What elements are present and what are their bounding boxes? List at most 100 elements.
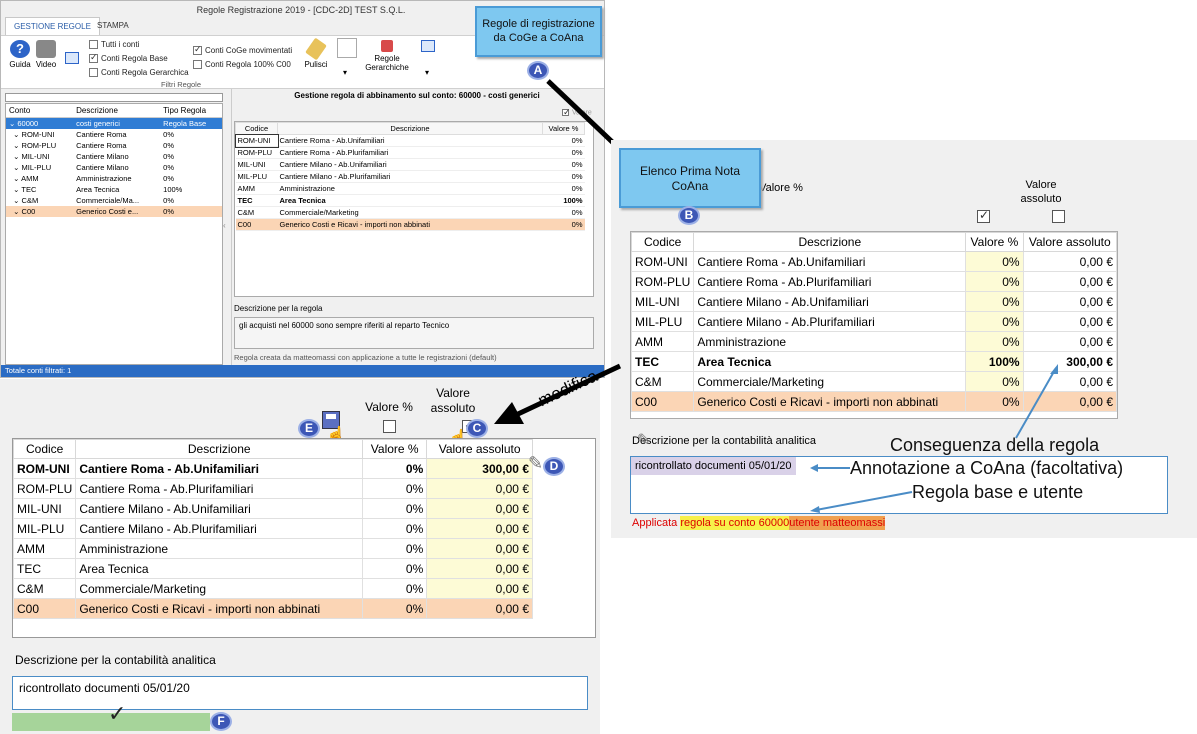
col-tipo-regola[interactable]: Tipo Regola	[160, 104, 222, 118]
regole-gerarchiche-button[interactable]: Regole Gerarchiche	[359, 40, 415, 72]
layout-icon[interactable]	[65, 52, 79, 64]
tree-row[interactable]: ⌄ ROM-PLU Cantiere Roma 0%	[6, 140, 222, 151]
regole-gerarchiche-label: Regole Gerarchiche	[365, 54, 409, 72]
filter-conti-regola-base[interactable]: Conti Regola Base	[89, 52, 168, 64]
table-row[interactable]: TEC Area Tecnica 0% 0,00 €	[12, 558, 533, 579]
filter-conti-regola-100[interactable]: Conti Regola 100% C00	[193, 60, 291, 70]
col-codice[interactable]: Codice	[12, 439, 77, 459]
col-descrizione[interactable]: Descrizione	[73, 104, 161, 118]
col-descrizione[interactable]: Descrizione	[693, 232, 967, 252]
badge-c: C	[466, 419, 488, 438]
table-row[interactable]: ROM-UNI Cantiere Roma - Ab.Unifamiliari 0%	[234, 133, 585, 148]
filter-tutti-conti[interactable]: Tutti i conti	[89, 40, 139, 50]
table-row[interactable]: MIL-PLU Cantiere Milano - Ab.Plurifamilia…	[630, 311, 1118, 332]
col-conto[interactable]: Conto	[6, 104, 74, 118]
hierarchy-icon	[381, 40, 393, 52]
table-row[interactable]: ROM-PLU Cantiere Roma - Ab.Plurifamiliari…	[12, 478, 533, 499]
splitter-arrow-icon[interactable]: ‹	[223, 221, 226, 230]
col-descrizione[interactable]: Descrizione	[75, 439, 364, 459]
col-descrizione[interactable]: Descrizione	[277, 122, 543, 135]
table-row[interactable]: ROM-PLU Cantiere Roma - Ab.Plurifamiliari…	[630, 271, 1118, 292]
chevron-down-icon: ⌄	[13, 141, 22, 150]
table-row[interactable]: TEC Area Tecnica 100%	[235, 194, 585, 207]
edit-grid: Codice Descrizione Valore % Valore assol…	[12, 438, 596, 638]
tree-row[interactable]: ⌄ MIL-PLU Cantiere Milano 0%	[6, 162, 222, 173]
guida-label: Guida	[9, 60, 31, 69]
tree-row[interactable]: ⌄ MIL-UNI Cantiere Milano 0%	[6, 151, 222, 162]
checkbox-icon	[89, 68, 98, 78]
broom-icon	[305, 37, 327, 61]
bottom-desc-field[interactable]: ricontrollato documenti 05/01/20	[12, 676, 588, 710]
blank-button[interactable]	[337, 38, 357, 58]
col-codice[interactable]: Codice	[235, 122, 278, 135]
chevron-down-icon: ⌄	[13, 152, 22, 161]
table-row[interactable]: ROM-UNI Cantiere Roma - Ab.Unifamiliari 0%…	[630, 251, 1118, 272]
col-valore-pct[interactable]: Valore %	[965, 232, 1024, 252]
guida-button[interactable]: ? Guida	[7, 40, 33, 69]
dropdown-arrow-icon[interactable]: ▾	[425, 68, 429, 77]
checkbox-checked-icon	[193, 44, 202, 56]
tree-row[interactable]: ⌄ 60000 costi generici Regola Base	[6, 117, 222, 129]
dropdown-arrow-icon[interactable]: ▾	[343, 68, 347, 77]
check-mark-icon: ✓	[108, 701, 127, 726]
table-row[interactable]: C00 Generico Costi e Ricavi - importi non…	[12, 598, 533, 619]
help-icon: ?	[10, 40, 30, 58]
col-valore-assoluto[interactable]: Valore assoluto	[1022, 232, 1118, 252]
bottom-desc-label: Descrizione per la contabilità analitica	[15, 653, 216, 667]
table-row[interactable]: C&M Commerciale/Marketing 0% 0,00 €	[12, 578, 533, 599]
bottom-valore-pct-checkbox[interactable]	[383, 420, 396, 433]
table-row[interactable]: ROM-UNI Cantiere Roma - Ab.Unifamiliari 0%…	[12, 458, 533, 479]
chevron-down-icon: ⌄	[13, 174, 22, 183]
checkbox-checked-icon	[89, 52, 98, 64]
col-valore-pct[interactable]: Valore %	[362, 439, 428, 459]
video-icon	[36, 40, 56, 58]
tree-row[interactable]: ⌄ C00 Generico Costi e... 0%	[6, 206, 222, 217]
filter-conti-coge-movimentati[interactable]: Conti CoGe movimentati	[193, 44, 292, 56]
pulisci-label: Pulisci	[304, 60, 328, 69]
table-row[interactable]: C&M Commerciale/Marketing 0%	[235, 206, 585, 219]
callout-b: Elenco Prima Nota CoAna	[619, 148, 761, 208]
col-valore-assoluto[interactable]: Valore assoluto	[426, 439, 533, 459]
rule-desc-field[interactable]: gli acquisti nel 60000 sono sempre rifer…	[234, 317, 594, 349]
tree-row[interactable]: ⌄ TEC Area Tecnica 100%	[6, 184, 222, 195]
right-desc-value: ricontrollato documenti 05/01/20	[631, 457, 796, 475]
export-icon[interactable]	[421, 40, 435, 52]
table-row[interactable]: AMM Amministrazione 0% 0,00 €	[630, 331, 1118, 352]
annotation-arrows	[810, 364, 1058, 513]
badge-b: B	[678, 206, 700, 225]
rule-desc-label: Descrizione per la regola	[234, 304, 323, 313]
tab-stampa[interactable]: STAMPA	[89, 17, 137, 35]
badge-e: E	[298, 419, 320, 438]
account-tree: Conto Descrizione Tipo Regola ⌄ 60000 cos…	[5, 103, 223, 365]
checkbox-icon	[193, 60, 202, 70]
filter-conti-regola-gerarchica[interactable]: Conti Regola Gerarchica	[89, 68, 189, 78]
pencil-icon: ✎	[528, 453, 544, 473]
table-row[interactable]: MIL-PLU Cantiere Milano - Ab.Plurifamilia…	[235, 170, 585, 183]
table-row[interactable]: ROM-PLU Cantiere Roma - Ab.Plurifamiliari…	[235, 146, 585, 159]
valore-pct-checkbox[interactable]	[977, 208, 990, 223]
badge-f: F	[210, 712, 232, 731]
chevron-down-icon: ⌄	[13, 196, 22, 205]
chevron-down-icon: ⌄	[13, 207, 22, 216]
tree-row[interactable]: ⌄ ROM-UNI Cantiere Roma 0%	[6, 129, 222, 140]
table-row[interactable]: MIL-UNI Cantiere Milano - Ab.Unifamiliari…	[630, 291, 1118, 312]
tab-gestione-regole[interactable]: GESTIONE REGOLE	[5, 17, 100, 35]
pulisci-button[interactable]: Pulisci	[301, 37, 331, 69]
table-row[interactable]: AMM Amministrazione 0% 0,00 €	[12, 538, 533, 559]
tree-row[interactable]: ⌄ C&M Commerciale/Ma... 0%	[6, 195, 222, 206]
valore-assoluto-checkbox[interactable]	[1052, 210, 1066, 223]
table-row[interactable]: MIL-UNI Cantiere Milano - Ab.Unifamiliari…	[235, 158, 585, 171]
col-codice[interactable]: Codice	[630, 232, 695, 252]
table-row[interactable]: AMM Amministrazione 0%	[235, 182, 585, 195]
chevron-down-icon: ⌄	[13, 163, 22, 172]
badge-d: D	[543, 457, 565, 476]
tree-row[interactable]: ⌄ AMM Amministrazione 0%	[6, 173, 222, 184]
table-row[interactable]: MIL-PLU Cantiere Milano - Ab.Plurifamilia…	[12, 518, 533, 539]
table-row[interactable]: C00 Generico Costi e Ricavi - importi non…	[235, 218, 585, 231]
right-valore-assoluto-label: Valore assoluto	[1020, 179, 1062, 205]
tree-filter-bar[interactable]	[5, 93, 223, 102]
video-button[interactable]: Video	[34, 40, 58, 69]
table-row[interactable]: MIL-UNI Cantiere Milano - Ab.Unifamiliari…	[12, 498, 533, 519]
bottom-valore-pct-label: Valore %	[365, 400, 413, 414]
rule-footer: Regola creata da matteomassi con applica…	[234, 353, 497, 362]
